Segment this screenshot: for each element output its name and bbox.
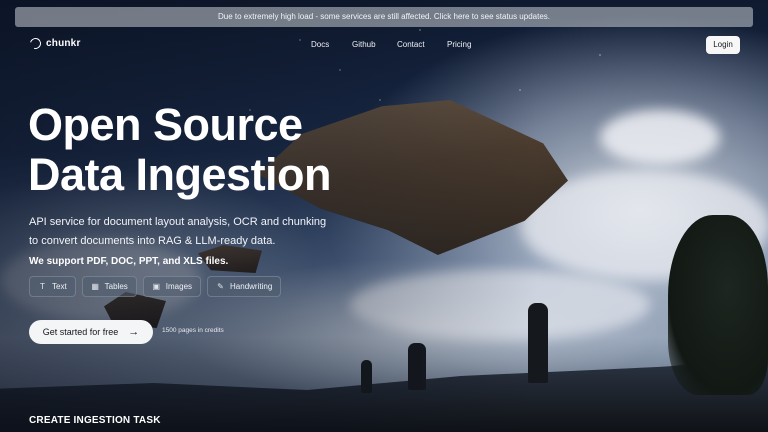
chip-tables-label: Tables xyxy=(104,282,128,291)
chip-handwriting-label: Handwriting xyxy=(230,282,273,291)
chip-images-label: Images xyxy=(165,282,193,291)
brand-logo[interactable]: chunkr xyxy=(27,35,81,52)
hero-subtitle-line2: to convert documents into RAG & LLM-read… xyxy=(29,235,276,247)
chip-images[interactable]: ▣ Images xyxy=(142,276,202,297)
chip-text-label: Text xyxy=(52,282,67,291)
chip-text[interactable]: T Text xyxy=(29,276,76,297)
supported-formats-text: We support PDF, DOC, PPT, and XLS files. xyxy=(29,256,229,267)
arrow-right-icon: → xyxy=(128,326,140,338)
section-title-create-ingestion-task: CREATE INGESTION TASK xyxy=(29,415,161,426)
credits-note: 1500 pages in credits xyxy=(162,327,224,334)
status-banner[interactable]: Due to extremely high load - some servic… xyxy=(15,7,753,27)
feature-chips: T Text ▦ Tables ▣ Images ✎ Handwriting xyxy=(29,276,282,297)
chunkr-logo-icon xyxy=(27,35,44,52)
nav-contact-link[interactable]: Contact xyxy=(397,40,425,49)
chip-tables[interactable]: ▦ Tables xyxy=(81,276,137,297)
nav-pricing-link[interactable]: Pricing xyxy=(447,40,471,49)
text-icon: T xyxy=(40,282,45,291)
hero-subtitle-line1: API service for document layout analysis… xyxy=(29,216,327,228)
image-icon: ▣ xyxy=(152,282,161,291)
nav-docs-link[interactable]: Docs xyxy=(311,40,329,49)
brand-name: chunkr xyxy=(46,38,81,49)
pen-icon: ✎ xyxy=(217,282,224,291)
hero-title-line2: Data Ingestion xyxy=(28,149,332,200)
login-button[interactable]: Login xyxy=(706,36,740,54)
nav-github-link[interactable]: Github xyxy=(352,40,376,49)
table-icon: ▦ xyxy=(91,282,99,291)
get-started-label: Get started for free xyxy=(42,327,119,337)
chip-handwriting[interactable]: ✎ Handwriting xyxy=(207,276,282,297)
hero-title-line1: Open Source xyxy=(28,99,303,150)
hero-title: Open Source Data Ingestion xyxy=(28,99,332,200)
get-started-button[interactable]: Get started for free → xyxy=(29,320,153,344)
hero-subtitle: API service for document layout analysis… xyxy=(29,213,326,251)
